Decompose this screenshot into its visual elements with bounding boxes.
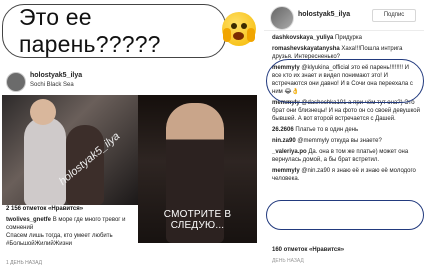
left-timestamp: 1 ДЕНЬ НАЗАД xyxy=(6,260,42,266)
list-item: memmyly @dashechka101 а при чём тут она?… xyxy=(272,100,420,122)
left-likes[interactable]: 2 156 отметок «Нравится» xyxy=(6,206,83,212)
video-still[interactable]: СМОТРИТЕ В СЛЕДУЮ... xyxy=(138,95,257,243)
avatar[interactable] xyxy=(270,6,294,30)
follow-button[interactable]: Подпис xyxy=(372,9,416,22)
list-item: nin.za90 @memmyly откуда вы знаете? xyxy=(272,138,382,144)
list-item: memmyly @klyukina_official это её парень… xyxy=(272,65,413,95)
left-account-location: Sochi Black Sea xyxy=(30,82,74,88)
right-panel: holostyak5_ilya Подпис dashkovskaya_yuli… xyxy=(264,0,424,271)
list-item: memmyly @nin.za90 я знаю её и знаю её мо… xyxy=(272,168,416,182)
headline-bubble: Это ее парень????? xyxy=(2,4,226,58)
left-account-name[interactable]: holostyak5_ilya xyxy=(30,72,82,79)
avatar[interactable] xyxy=(6,72,26,92)
left-post-header: holostyak5_ilya Sochi Black Sea xyxy=(6,70,116,94)
left-panel: Это ее парень????? holostyak5_ilya Sochi… xyxy=(0,0,257,271)
list-item: #БольшойЖилийЖизни xyxy=(6,241,73,247)
comment-list: dashkovskaya_yuliya Придурка romashevska… xyxy=(272,34,420,186)
highlight-oval xyxy=(266,200,424,230)
right-timestamp: ДЕНЬ НАЗАД xyxy=(272,258,304,264)
right-account-name[interactable]: holostyak5_ilya xyxy=(298,11,350,18)
headline-text: Это ее парень????? xyxy=(19,4,161,57)
list-item: Спасем лишь тогда, кто умеет любить xyxy=(6,233,113,239)
list-item: dashkovskaya_yuliya Придурка xyxy=(272,35,362,41)
list-item: _valeriya.po Да. она в том же платье) мо… xyxy=(272,149,409,163)
video-caption: СМОТРИТЕ В СЛЕДУЮ... xyxy=(163,209,232,231)
list-item: twolives_gnetfe В море где много тревог … xyxy=(6,217,126,231)
list-item: romashevskayatanysha Хаха!!!Пошла интриг… xyxy=(272,46,403,60)
divider xyxy=(264,30,424,31)
left-comments: twolives_gnetfe В море где много тревог … xyxy=(6,216,136,248)
couple-photo: holostyak5_ilya xyxy=(2,95,138,205)
list-item: 26.2606 Платье то в один день xyxy=(272,127,359,133)
right-post-header: holostyak5_ilya Подпис xyxy=(264,6,424,30)
right-likes[interactable]: 160 отметок «Нравится» xyxy=(272,247,344,253)
shocked-emoji-icon xyxy=(222,12,256,46)
